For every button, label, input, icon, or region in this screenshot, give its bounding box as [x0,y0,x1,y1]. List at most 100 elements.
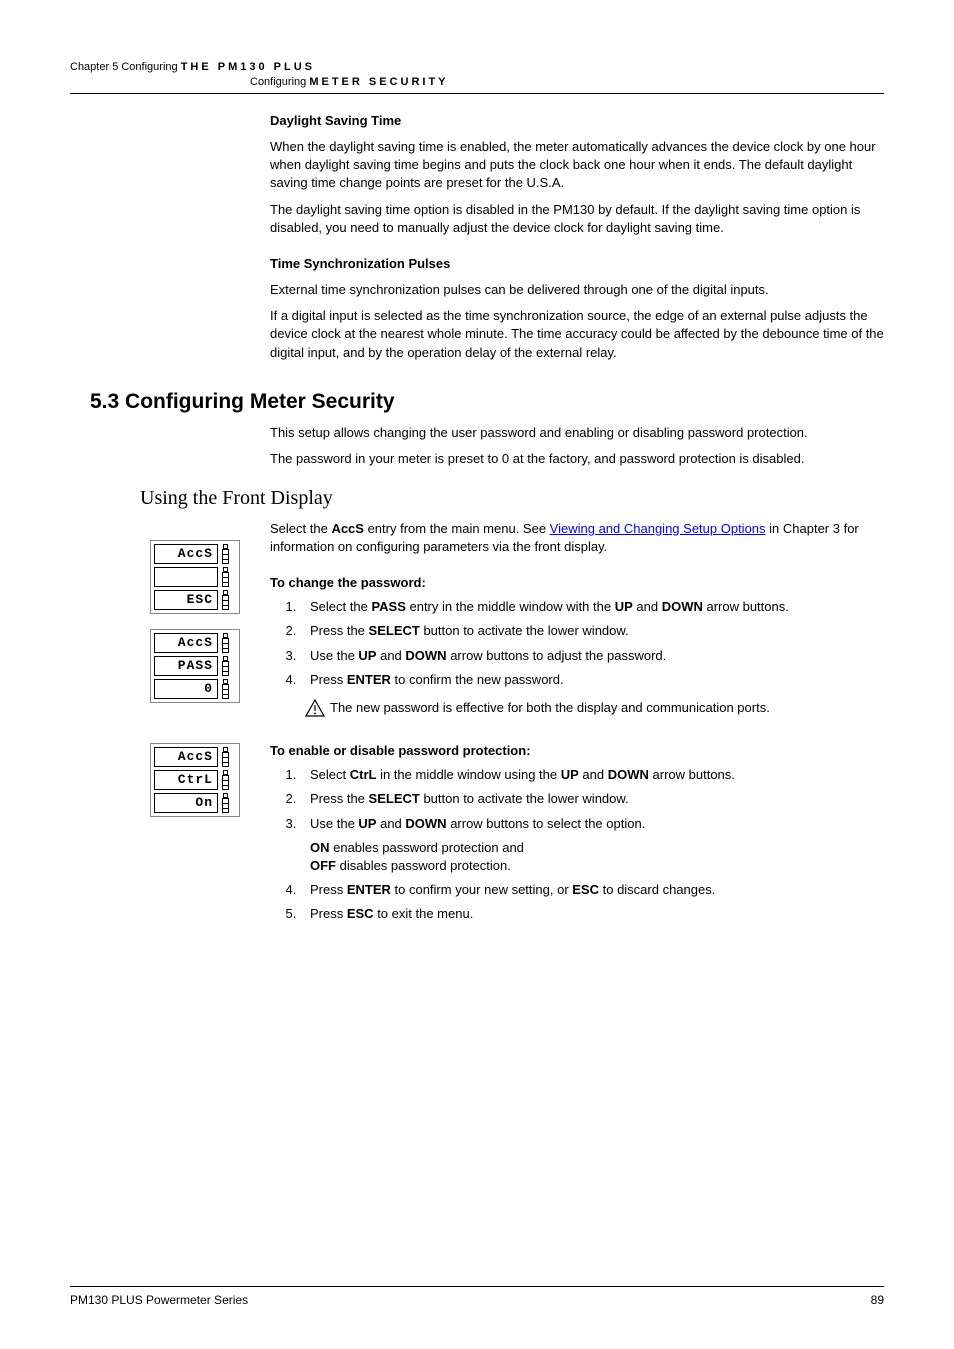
t: arrow buttons. [649,767,735,782]
battery-icon [222,747,229,767]
display-module-2: AccS PASS 0 [150,629,240,703]
seg-d1-r3: ESC [154,590,218,610]
warning-text: The new password is effective for both t… [330,699,770,717]
t: arrow buttons to adjust the password. [447,648,667,663]
t: entry from the main menu. See [364,521,550,536]
seg-d1-r2 [154,567,218,587]
t: button to activate the lower window. [420,791,629,806]
t: to discard changes. [599,882,715,897]
display-module-3: AccS CtrL On [150,743,240,817]
t: Press [310,672,347,687]
esc-bold: ESC [572,882,599,897]
header-spaced-2: METER SECURITY [309,76,448,88]
t: and [633,599,662,614]
seg-d1-r1: AccS [154,544,218,564]
t: Press the [310,623,369,638]
up-bold: UP [358,648,376,663]
seg-d2-r1: AccS [154,633,218,653]
enable-pw-step-3: Use the UP and DOWN arrow buttons to sel… [300,815,884,876]
dst-p2: The daylight saving time option is disab… [270,201,884,237]
t: Select the [310,599,371,614]
t: arrow buttons to select the option. [447,816,646,831]
enter-bold: ENTER [347,672,391,687]
enable-pw-step-4: Press ENTER to confirm your new setting,… [300,881,884,899]
t: Press [310,882,347,897]
seg-d2-r3: 0 [154,679,218,699]
tsp-p1: External time synchronization pulses can… [270,281,884,299]
front-display-heading: Using the Front Display [140,484,884,512]
up-bold: UP [561,767,579,782]
enable-pw-step-2: Press the SELECT button to activate the … [300,790,884,808]
sec53-p2: The password in your meter is preset to … [270,450,884,468]
dst-p1: When the daylight saving time is enabled… [270,138,884,193]
t: arrow buttons. [703,599,789,614]
t: Press the [310,791,369,806]
t: button to activate the lower window. [420,623,629,638]
select-bold: SELECT [369,791,420,806]
tsp-p2: If a digital input is selected as the ti… [270,307,884,362]
t: and [579,767,608,782]
change-pw-step-2: Press the SELECT button to activate the … [300,622,884,640]
battery-icon [222,633,229,653]
down-bold: DOWN [405,816,446,831]
t: to exit the menu. [374,906,474,921]
up-bold: UP [358,816,376,831]
t: Press [310,906,347,921]
display-module-1: AccS ESC [150,540,240,614]
down-bold: DOWN [662,599,703,614]
battery-icon [222,793,229,813]
enable-pw-heading: To enable or disable password protection… [270,742,884,760]
seg-d3-r1: AccS [154,747,218,767]
header-chapter: Chapter 5 Configuring [70,61,178,73]
on-bold: ON [310,840,330,855]
t: Select [310,767,350,782]
footer-left: PM130 PLUS Powermeter Series [70,1292,248,1309]
enable-pw-step-1: Select CtrL in the middle window using t… [300,766,884,784]
battery-icon [222,770,229,790]
header-spaced-1: THE PM130 PLUS [181,61,315,73]
battery-icon [222,590,229,610]
up-bold: UP [615,599,633,614]
battery-icon [222,567,229,587]
sec53-p1: This setup allows changing the user pass… [270,424,884,442]
change-pw-heading: To change the password: [270,574,884,592]
seg-d3-r3: On [154,793,218,813]
page-header: Chapter 5 Configuring THE PM130 PLUS Con… [70,60,884,94]
t: enables password protection and [330,840,524,855]
pass-bold: PASS [371,599,405,614]
page-footer: PM130 PLUS Powermeter Series 89 [70,1286,884,1309]
battery-icon [222,656,229,676]
t: Use the [310,648,358,663]
ctrl-bold: CtrL [350,767,377,782]
enter-bold: ENTER [347,882,391,897]
seg-d2-r2: PASS [154,656,218,676]
dst-heading: Daylight Saving Time [270,112,884,130]
t: to confirm your new setting, or [391,882,572,897]
down-bold: DOWN [608,767,649,782]
accs-bold: AccS [331,521,364,536]
esc-bold: ESC [347,906,374,921]
footer-page-number: 89 [871,1292,884,1309]
change-pw-step-3: Use the UP and DOWN arrow buttons to adj… [300,647,884,665]
header-sub: Configuring [250,76,306,88]
section-5-3-title: 5.3 Configuring Meter Security [90,387,884,416]
change-pw-step-1: Select the PASS entry in the middle wind… [300,598,884,616]
tsp-heading: Time Synchronization Pulses [270,255,884,273]
battery-icon [222,679,229,699]
front-intro: Select the AccS entry from the main menu… [270,520,884,556]
off-bold: OFF [310,858,336,873]
t: disables password protection. [336,858,511,873]
t: in the middle window using the [376,767,560,782]
t: and [376,648,405,663]
change-pw-step-4: Press ENTER to confirm the new password. [300,671,884,689]
t: Use the [310,816,358,831]
t: to confirm the new password. [391,672,564,687]
select-bold: SELECT [369,623,420,638]
t: and [376,816,405,831]
warning-icon [300,699,330,724]
t: entry in the middle window with the [406,599,615,614]
viewing-changing-link[interactable]: Viewing and Changing Setup Options [550,521,766,536]
t: Select the [270,521,331,536]
battery-icon [222,544,229,564]
seg-d3-r2: CtrL [154,770,218,790]
